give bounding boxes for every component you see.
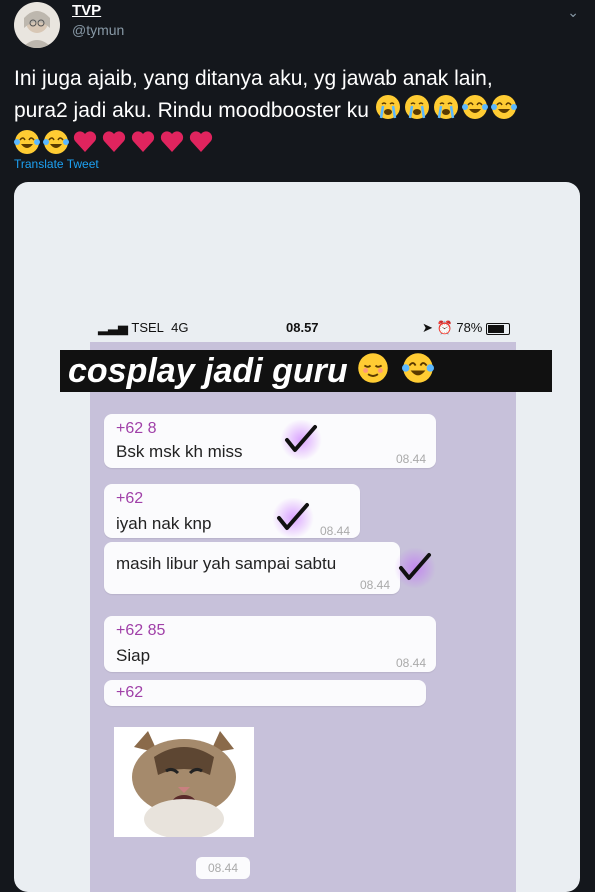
tweet-text: Ini juga ajaib, yang ditanya aku, yg jaw… xyxy=(14,64,584,164)
checkmark-icon xyxy=(276,420,326,460)
tweet-text-line1: Ini juga ajaib, yang ditanya aku, yg jaw… xyxy=(14,67,493,90)
tweet-text-line2: pura2 jadi aku. Rindu moodbooster ku xyxy=(14,99,369,123)
message-text: Bsk msk kh miss xyxy=(116,442,243,461)
crying-face-icon xyxy=(375,94,401,129)
red-heart-icon xyxy=(159,130,185,163)
caption-banner: cosplay jadi guru xyxy=(60,350,552,392)
crying-face-icon xyxy=(404,94,430,129)
alarm-icon: ⏰ xyxy=(436,320,453,335)
message-text: masih libur yah sampai sabtu xyxy=(116,554,337,573)
message-time: 08.44 xyxy=(395,656,426,670)
caption-text: cosplay jadi guru xyxy=(68,352,348,390)
relieved-face-icon xyxy=(357,352,389,394)
signal-icon: ▂▃▅ xyxy=(98,320,128,335)
chat-message: +62 iyah nak knp 08.44 xyxy=(104,484,360,538)
phone-status-bar: ▂▃▅ TSEL 4G 08.57 ➤ ⏰ 78% xyxy=(90,314,516,342)
avatar[interactable] xyxy=(14,2,60,48)
tweet-media-image[interactable]: ▂▃▅ TSEL 4G 08.57 ➤ ⏰ 78% cosplay jadi g… xyxy=(14,182,580,892)
message-time: 08.44 xyxy=(359,578,390,592)
red-heart-icon xyxy=(101,130,127,163)
carrier-info: ▂▃▅ TSEL 4G xyxy=(98,320,188,336)
red-heart-icon xyxy=(130,130,156,163)
checkmark-icon xyxy=(390,548,440,588)
tweet: TVP @tymun ⌄ Ini juga ajaib, yang ditany… xyxy=(0,0,595,892)
message-sender: +62 8 xyxy=(116,420,157,437)
battery-label: 78% xyxy=(456,320,483,335)
chat-message: +62 xyxy=(104,680,426,706)
message-text: iyah nak knp xyxy=(116,514,212,533)
location-icon: ➤ xyxy=(422,320,433,335)
tears-of-joy-icon xyxy=(490,94,517,129)
red-heart-icon xyxy=(188,130,214,163)
network-label: 4G xyxy=(171,320,189,335)
message-sender: +62 xyxy=(116,490,144,507)
chevron-down-icon[interactable]: ⌄ xyxy=(567,4,579,21)
message-sender: +62 85 xyxy=(116,622,166,639)
battery-info: ➤ ⏰ 78% xyxy=(422,320,510,336)
translate-tweet-link[interactable]: Translate Tweet xyxy=(14,157,99,171)
chat-message: +62 85 Siap 08.44 xyxy=(104,616,436,672)
cat-sticker xyxy=(114,727,254,839)
message-time: 08.44 xyxy=(395,452,426,466)
message-text: Siap xyxy=(116,646,151,665)
chat-message: +62 8 Bsk msk kh miss 08.44 xyxy=(104,414,436,468)
status-time: 08.57 xyxy=(286,320,319,335)
author-name[interactable]: TVP xyxy=(72,2,101,19)
message-sender: +62 xyxy=(116,684,144,701)
tears-of-joy-icon xyxy=(461,94,488,129)
author-handle[interactable]: @tymun xyxy=(72,22,124,38)
crying-face-icon xyxy=(433,94,459,129)
sticker-time: 08.44 xyxy=(196,857,250,879)
tears-of-joy-icon xyxy=(401,352,434,394)
battery-icon xyxy=(486,322,510,335)
checkmark-icon xyxy=(268,498,318,538)
message-time: 08.44 xyxy=(319,524,350,538)
carrier-label: TSEL xyxy=(131,320,164,335)
chat-message: masih libur yah sampai sabtu 08.44 xyxy=(104,542,400,594)
